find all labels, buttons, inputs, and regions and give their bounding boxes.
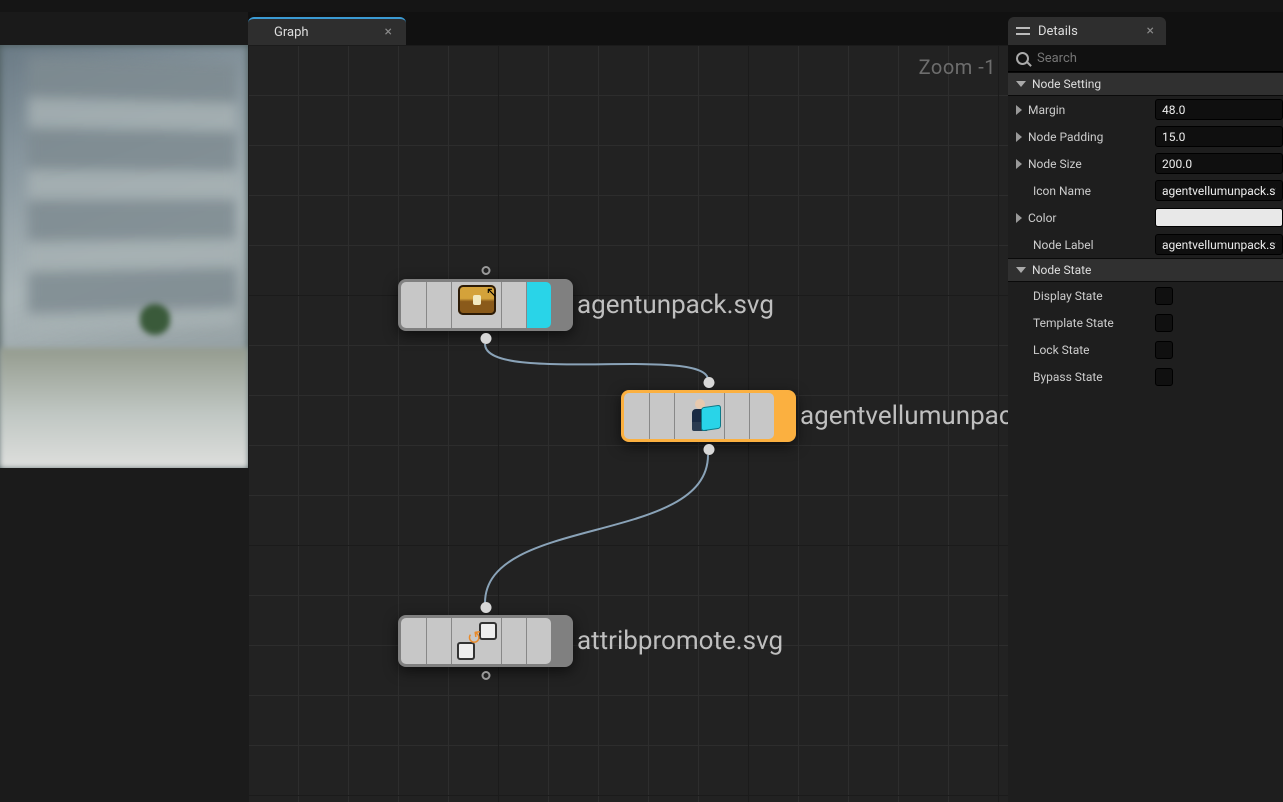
chevron-down-icon xyxy=(1016,81,1026,87)
graph-tabbar: Graph × xyxy=(248,12,1008,45)
search-icon xyxy=(1016,52,1029,65)
node-agentunpack[interactable]: ↖ agentunpack.svg xyxy=(398,279,573,331)
chevron-right-icon[interactable] xyxy=(1016,213,1022,223)
icon-name-input[interactable] xyxy=(1155,180,1283,201)
chevron-down-icon xyxy=(1016,267,1026,273)
node-icon: ↖ xyxy=(451,282,501,328)
chevron-right-icon[interactable] xyxy=(1016,105,1022,115)
tab-details[interactable]: Details × xyxy=(1008,17,1166,45)
node-icon xyxy=(674,393,724,439)
prop-label: Display State xyxy=(1033,289,1103,303)
node-label[interactable]: attribpromote.svg xyxy=(577,626,783,656)
section-node-setting[interactable]: Node Setting xyxy=(1008,72,1283,96)
node-output-port[interactable] xyxy=(481,671,490,680)
tab-label: Graph xyxy=(274,25,309,40)
close-icon[interactable]: × xyxy=(381,24,396,40)
prop-label: Node Label xyxy=(1033,238,1094,252)
node-label-input[interactable] xyxy=(1155,234,1283,255)
display-state-checkbox[interactable] xyxy=(1155,287,1173,305)
prop-label: Template State xyxy=(1033,316,1114,330)
details-panel: Details × Node Setting Margin xyxy=(1008,12,1283,802)
graph-canvas[interactable]: Zoom -1 ↖ xyxy=(248,45,1008,802)
tab-label: Details xyxy=(1038,24,1078,39)
node-output-port[interactable] xyxy=(703,444,714,455)
prop-icon-name: Icon Name xyxy=(1008,177,1283,204)
prop-node-padding: Node Padding xyxy=(1008,123,1283,150)
margin-input[interactable] xyxy=(1155,99,1283,120)
zoom-indicator: Zoom -1 xyxy=(919,55,996,79)
top-bar xyxy=(0,0,1283,12)
prop-bypass-state: Bypass State xyxy=(1008,363,1283,390)
section-title: Node State xyxy=(1032,263,1091,277)
prop-label: Node Padding xyxy=(1028,130,1103,144)
3d-viewport[interactable] xyxy=(0,45,248,468)
section-node-state[interactable]: Node State xyxy=(1008,258,1283,282)
node-padding-input[interactable] xyxy=(1155,126,1283,147)
sliders-icon xyxy=(1016,25,1030,37)
prop-label: Lock State xyxy=(1033,343,1090,357)
prop-label: Node Size xyxy=(1028,157,1082,171)
chevron-right-icon[interactable] xyxy=(1016,159,1022,169)
prop-color: Color xyxy=(1008,204,1283,231)
left-column xyxy=(0,12,248,802)
prop-label: Bypass State xyxy=(1033,370,1103,384)
prop-label: Color xyxy=(1028,211,1056,225)
node-size-input[interactable] xyxy=(1155,153,1283,174)
color-swatch[interactable] xyxy=(1155,208,1283,227)
bypass-state-checkbox[interactable] xyxy=(1155,368,1173,386)
graph-panel: Graph × Zoom -1 xyxy=(248,12,1008,802)
node-attribpromote[interactable]: ↺ attribpromote.svg xyxy=(398,615,573,667)
prop-label: Margin xyxy=(1028,103,1065,117)
section-title: Node Setting xyxy=(1032,77,1101,91)
node-icon: ↺ xyxy=(451,618,501,664)
node-label[interactable]: agentvellumunpack.svg xyxy=(800,401,1008,431)
prop-label: Icon Name xyxy=(1033,184,1091,198)
node-label[interactable]: agentunpack.svg xyxy=(577,290,774,320)
node-input-port[interactable] xyxy=(481,266,490,275)
node-display-flag[interactable] xyxy=(526,282,551,328)
chevron-right-icon[interactable] xyxy=(1016,132,1022,142)
search-input[interactable] xyxy=(1037,51,1275,66)
left-lower-panel xyxy=(0,468,248,802)
details-tabbar: Details × xyxy=(1008,12,1283,45)
prop-node-label: Node Label xyxy=(1008,231,1283,258)
node-output-port[interactable] xyxy=(480,333,491,344)
prop-margin: Margin xyxy=(1008,96,1283,123)
tab-graph[interactable]: Graph × xyxy=(248,17,406,45)
prop-lock-state: Lock State xyxy=(1008,336,1283,363)
prop-display-state: Display State xyxy=(1008,282,1283,309)
close-icon[interactable]: × xyxy=(1143,23,1158,39)
prop-template-state: Template State xyxy=(1008,309,1283,336)
node-input-port[interactable] xyxy=(703,377,714,388)
details-search xyxy=(1008,45,1283,72)
prop-node-size: Node Size xyxy=(1008,150,1283,177)
node-input-port[interactable] xyxy=(480,602,491,613)
lock-state-checkbox[interactable] xyxy=(1155,341,1173,359)
template-state-checkbox[interactable] xyxy=(1155,314,1173,332)
node-agentvellumunpack[interactable]: agentvellumunpack.svg xyxy=(621,390,796,442)
